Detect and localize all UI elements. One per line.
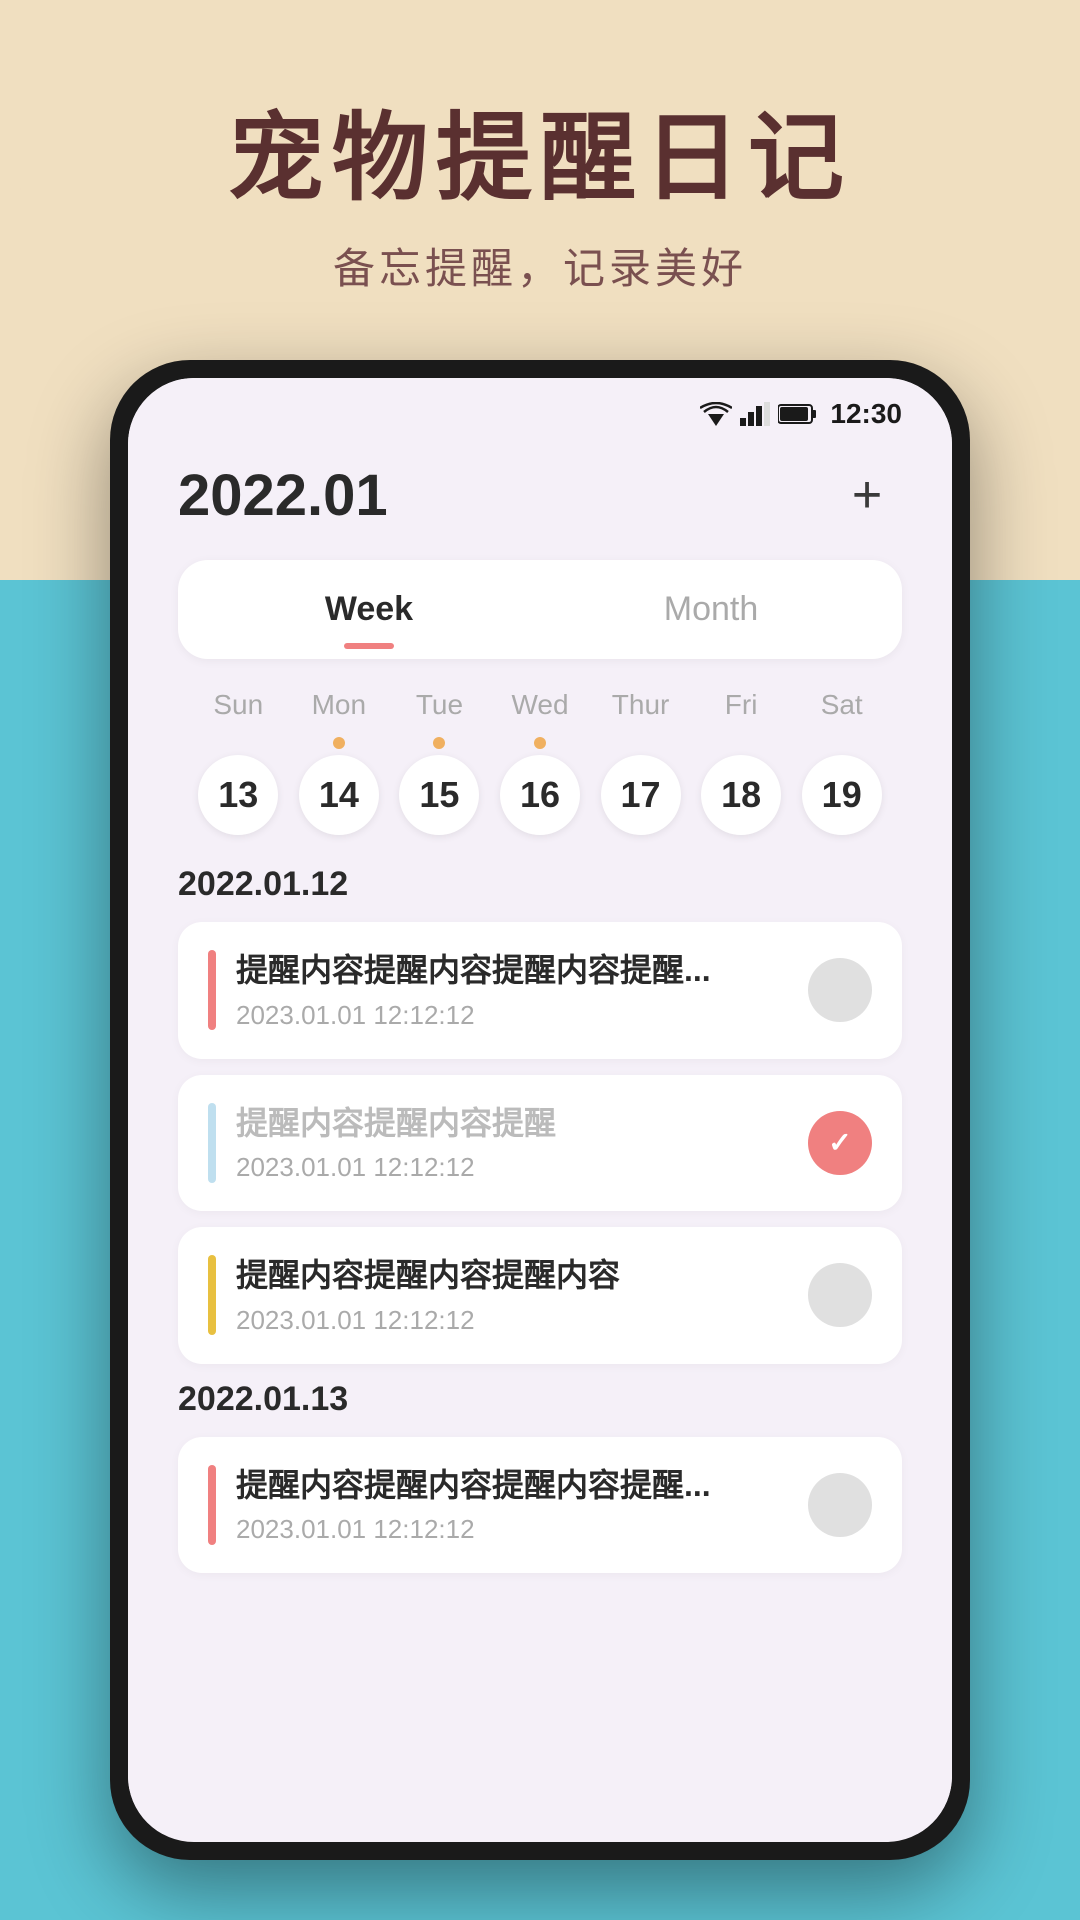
reminder-title-1: 提醒内容提醒内容提醒内容提醒... xyxy=(236,950,788,992)
reminder-accent-1 xyxy=(208,950,216,1030)
tab-month[interactable]: Month xyxy=(540,574,882,645)
app-subtitle: 备忘提醒，记录美好 xyxy=(0,235,1080,296)
status-bar: 12:30 xyxy=(128,378,952,440)
date-dot-14 xyxy=(333,737,345,749)
reminder-toggle-4[interactable] xyxy=(808,1473,872,1537)
reminder-accent-4 xyxy=(208,1465,216,1545)
status-icons xyxy=(700,402,818,426)
date-item-16[interactable]: 16 xyxy=(490,737,591,835)
weekday-tue: Tue xyxy=(389,689,490,721)
reminder-time-3: 2023.01.01 12:12:12 xyxy=(236,1305,788,1336)
dates-row: 13 14 15 16 xyxy=(178,737,902,835)
reminder-title-4: 提醒内容提醒内容提醒内容提醒... xyxy=(236,1465,788,1507)
year-month-label: 2022.01 xyxy=(178,462,388,529)
reminder-toggle-1[interactable] xyxy=(808,958,872,1022)
week-header: Sun Mon Tue Wed Thur Fri Sat xyxy=(178,689,902,721)
signal-icon xyxy=(740,402,770,426)
battery-icon xyxy=(778,403,818,425)
date-item-17[interactable]: 17 xyxy=(590,737,691,835)
weekday-thur: Thur xyxy=(590,689,691,721)
section-date-1: 2022.01.12 xyxy=(178,865,902,904)
date-item-14[interactable]: 14 xyxy=(289,737,390,835)
date-circle-15: 15 xyxy=(399,755,479,835)
reminder-accent-2 xyxy=(208,1103,216,1183)
reminder-content-1: 提醒内容提醒内容提醒内容提醒... 2023.01.01 12:12:12 xyxy=(236,950,788,1031)
reminder-title-2: 提醒内容提醒内容提醒 xyxy=(236,1103,788,1145)
app-title-area: 宠物提醒日记 备忘提醒，记录美好 xyxy=(0,80,1080,296)
date-item-15[interactable]: 15 xyxy=(389,737,490,835)
weekday-wed: Wed xyxy=(490,689,591,721)
reminder-card-3: 提醒内容提醒内容提醒内容 2023.01.01 12:12:12 xyxy=(178,1227,902,1364)
reminder-time-1: 2023.01.01 12:12:12 xyxy=(236,1000,788,1031)
weekday-sun: Sun xyxy=(188,689,289,721)
reminder-card-2: 提醒内容提醒内容提醒 2023.01.01 12:12:12 ✓ xyxy=(178,1075,902,1212)
wifi-icon xyxy=(700,402,732,426)
weekday-sat: Sat xyxy=(791,689,892,721)
reminder-content-3: 提醒内容提醒内容提醒内容 2023.01.01 12:12:12 xyxy=(236,1255,788,1336)
date-circle-13: 13 xyxy=(198,755,278,835)
reminder-toggle-3[interactable] xyxy=(808,1263,872,1327)
header: 2022.01 + xyxy=(178,460,902,530)
weekday-mon: Mon xyxy=(289,689,390,721)
phone-frame: 12:30 2022.01 + Week Month S xyxy=(110,360,970,1860)
reminder-content-2: 提醒内容提醒内容提醒 2023.01.01 12:12:12 xyxy=(236,1103,788,1184)
tab-week-indicator xyxy=(344,643,394,649)
reminder-accent-3 xyxy=(208,1255,216,1335)
add-button[interactable]: + xyxy=(832,460,902,530)
date-circle-16: 16 xyxy=(500,755,580,835)
date-dot-16 xyxy=(534,737,546,749)
reminder-content-4: 提醒内容提醒内容提醒内容提醒... 2023.01.01 12:12:12 xyxy=(236,1465,788,1546)
reminder-card-4: 提醒内容提醒内容提醒内容提醒... 2023.01.01 12:12:12 xyxy=(178,1437,902,1574)
date-dot-15 xyxy=(433,737,445,749)
section-date-2: 2022.01.13 xyxy=(178,1380,902,1419)
date-circle-18: 18 xyxy=(701,755,781,835)
check-icon-2: ✓ xyxy=(828,1126,851,1159)
reminder-time-4: 2023.01.01 12:12:12 xyxy=(236,1514,788,1545)
status-time: 12:30 xyxy=(830,398,902,430)
reminder-title-3: 提醒内容提醒内容提醒内容 xyxy=(236,1255,788,1297)
tab-switcher: Week Month xyxy=(178,560,902,659)
app-title: 宠物提醒日记 xyxy=(0,80,1080,219)
phone-screen: 12:30 2022.01 + Week Month S xyxy=(128,378,952,1842)
tab-week[interactable]: Week xyxy=(198,574,540,645)
date-circle-17: 17 xyxy=(601,755,681,835)
reminder-card-1: 提醒内容提醒内容提醒内容提醒... 2023.01.01 12:12:12 xyxy=(178,922,902,1059)
weekday-fri: Fri xyxy=(691,689,792,721)
reminder-time-2: 2023.01.01 12:12:12 xyxy=(236,1152,788,1183)
date-circle-14: 14 xyxy=(299,755,379,835)
reminder-toggle-2[interactable]: ✓ xyxy=(808,1111,872,1175)
date-circle-19: 19 xyxy=(802,755,882,835)
date-item-19[interactable]: 19 xyxy=(791,737,892,835)
main-content: 2022.01 + Week Month Sun Mon Tue Wed Thu… xyxy=(128,440,952,1834)
date-item-13[interactable]: 13 xyxy=(188,737,289,835)
date-item-18[interactable]: 18 xyxy=(691,737,792,835)
